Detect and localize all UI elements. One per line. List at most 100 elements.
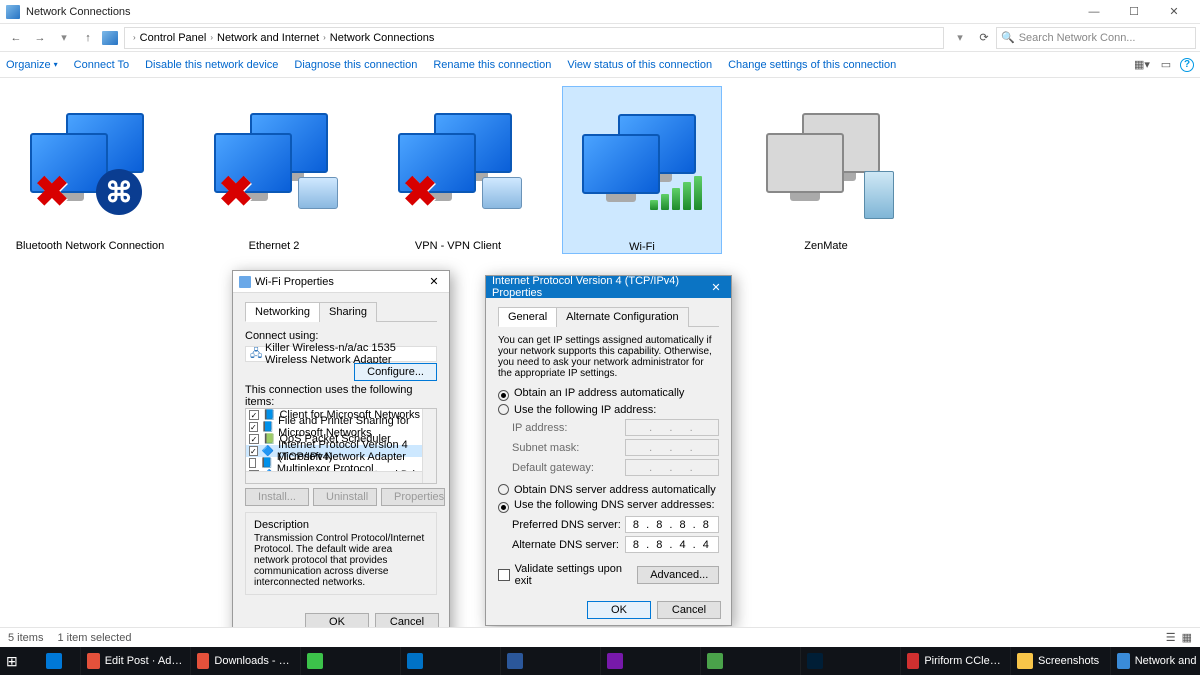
uninstall-button[interactable]: Uninstall bbox=[313, 488, 377, 506]
breadcrumb[interactable]: ›Control Panel ›Network and Internet ›Ne… bbox=[124, 27, 944, 49]
disable-device-button[interactable]: Disable this network device bbox=[145, 59, 278, 71]
recent-dropdown[interactable]: ▾ bbox=[52, 27, 76, 49]
taskbar-edge[interactable] bbox=[40, 647, 80, 675]
connect-to-button[interactable]: Connect To bbox=[74, 59, 129, 71]
taskbar-app[interactable] bbox=[600, 647, 700, 675]
radio-manual-ip[interactable] bbox=[498, 404, 509, 415]
validate-checkbox[interactable] bbox=[498, 569, 510, 581]
dialog-titlebar[interactable]: Wi-Fi Properties ✕ bbox=[233, 271, 449, 293]
tiles-view-icon[interactable]: ▦ bbox=[1182, 631, 1192, 644]
crumb-network-connections[interactable]: Network Connections bbox=[330, 32, 435, 44]
ethernet-cable-icon bbox=[298, 177, 338, 209]
close-icon[interactable]: ✕ bbox=[707, 281, 725, 294]
start-button[interactable]: ⊞ bbox=[0, 647, 40, 675]
organize-menu[interactable]: Organize bbox=[6, 59, 58, 71]
taskbar-app[interactable]: Network and Shari... bbox=[1110, 647, 1200, 675]
ipv4-properties-dialog: Internet Protocol Version 4 (TCP/IPv4) P… bbox=[485, 275, 732, 626]
description-text: Transmission Control Protocol/Internet P… bbox=[254, 533, 428, 588]
diagnose-button[interactable]: Diagnose this connection bbox=[294, 59, 417, 71]
connect-using-label: Connect using: bbox=[245, 330, 437, 342]
adapter-zenmate[interactable]: ZenMate bbox=[746, 86, 906, 252]
dialog-title: Wi-Fi Properties bbox=[255, 276, 425, 288]
up-button[interactable]: ↑ bbox=[76, 27, 100, 49]
app-icon bbox=[6, 5, 20, 19]
dialog-titlebar[interactable]: Internet Protocol Version 4 (TCP/IPv4) P… bbox=[486, 276, 731, 298]
taskbar-app[interactable] bbox=[500, 647, 600, 675]
taskbar-app[interactable] bbox=[400, 647, 500, 675]
adapter-bluetooth[interactable]: ✖ ⌘ Bluetooth Network Connection bbox=[10, 86, 170, 252]
adapter-wifi[interactable]: Wi-Fi bbox=[562, 86, 722, 254]
taskbar-app[interactable] bbox=[700, 647, 800, 675]
ok-button[interactable]: OK bbox=[587, 601, 651, 619]
tab-general[interactable]: General bbox=[498, 307, 557, 327]
taskbar-app[interactable]: Piriform CCleaner -... bbox=[900, 647, 1010, 675]
radio-auto-ip[interactable] bbox=[498, 390, 509, 401]
adapter-label: ZenMate bbox=[746, 240, 906, 252]
adapter-vpn[interactable]: ✖ VPN - VPN Client bbox=[378, 86, 538, 252]
taskbar-app[interactable] bbox=[800, 647, 900, 675]
adapter-label: Wi-Fi bbox=[563, 241, 721, 253]
wifi-icon bbox=[239, 276, 251, 288]
search-icon: 🔍 bbox=[1001, 31, 1015, 44]
adapter-ethernet[interactable]: ✖ Ethernet 2 bbox=[194, 86, 354, 252]
rename-button[interactable]: Rename this connection bbox=[433, 59, 551, 71]
crumb-control-panel[interactable]: Control Panel bbox=[140, 32, 207, 44]
protocol-listbox[interactable]: ✓📘Client for Microsoft Networks ✓📘File a… bbox=[245, 408, 437, 484]
close-button[interactable]: ✕ bbox=[1154, 0, 1194, 24]
window-title: Network Connections bbox=[26, 6, 1074, 18]
command-bar: Organize Connect To Disable this network… bbox=[0, 52, 1200, 78]
search-input[interactable]: 🔍 Search Network Conn... bbox=[996, 27, 1196, 49]
alternate-dns-input[interactable]: 8 . 8 . 4 . 4 bbox=[625, 536, 719, 553]
minimize-button[interactable]: — bbox=[1074, 0, 1114, 24]
tab-alternate[interactable]: Alternate Configuration bbox=[556, 307, 689, 327]
server-icon bbox=[864, 171, 894, 219]
adapter-label: Bluetooth Network Connection bbox=[10, 240, 170, 252]
description-header: Description bbox=[254, 519, 428, 531]
breadcrumb-dropdown[interactable]: ▾ bbox=[948, 27, 972, 49]
refresh-button[interactable]: ⟳ bbox=[972, 31, 996, 44]
install-button[interactable]: Install... bbox=[245, 488, 309, 506]
taskbar-app[interactable]: Screenshots bbox=[1010, 647, 1110, 675]
maximize-button[interactable]: ☐ bbox=[1114, 0, 1154, 24]
dialog-title: Internet Protocol Version 4 (TCP/IPv4) P… bbox=[492, 275, 707, 299]
ip-address-input: . . . bbox=[625, 419, 719, 436]
forward-button[interactable]: → bbox=[28, 27, 52, 49]
wifi-properties-dialog: Wi-Fi Properties ✕ Networking Sharing Co… bbox=[232, 270, 450, 638]
back-button[interactable]: ← bbox=[4, 27, 28, 49]
tab-networking[interactable]: Networking bbox=[245, 302, 320, 322]
tab-sharing[interactable]: Sharing bbox=[319, 302, 377, 322]
crumb-network-internet[interactable]: Network and Internet bbox=[217, 32, 319, 44]
scrollbar-horizontal[interactable] bbox=[246, 471, 422, 483]
preview-pane-icon[interactable]: ▭ bbox=[1156, 56, 1176, 74]
change-settings-button[interactable]: Change settings of this connection bbox=[728, 59, 896, 71]
adapter-label: Ethernet 2 bbox=[194, 240, 354, 252]
status-selection: 1 item selected bbox=[57, 632, 131, 644]
cancel-button[interactable]: Cancel bbox=[657, 601, 721, 619]
taskbar-app[interactable]: Downloads - Googl... bbox=[190, 647, 300, 675]
adapter-name-field: 🖧 Killer Wireless-n/a/ac 1535 Wireless N… bbox=[245, 346, 437, 362]
window-titlebar: Network Connections — ☐ ✕ bbox=[0, 0, 1200, 24]
disabled-x-icon: ✖ bbox=[212, 167, 260, 215]
radio-manual-dns[interactable] bbox=[498, 502, 509, 513]
scrollbar-vertical[interactable] bbox=[422, 409, 436, 483]
view-options-icon[interactable]: ▦▾ bbox=[1132, 56, 1152, 74]
status-item-count: 5 items bbox=[8, 632, 43, 644]
details-view-icon[interactable]: ☰ bbox=[1166, 631, 1176, 644]
location-icon bbox=[102, 31, 118, 45]
help-icon[interactable]: ? bbox=[1180, 58, 1194, 72]
status-bar: 5 items 1 item selected ☰ ▦ bbox=[0, 627, 1200, 647]
intro-text: You can get IP settings assigned automat… bbox=[498, 335, 719, 379]
advanced-button[interactable]: Advanced... bbox=[637, 566, 719, 584]
bluetooth-icon: ⌘ bbox=[96, 169, 142, 215]
properties-button[interactable]: Properties bbox=[381, 488, 445, 506]
preferred-dns-input[interactable]: 8 . 8 . 8 . 8 bbox=[625, 516, 719, 533]
configure-button[interactable]: Configure... bbox=[354, 363, 437, 381]
close-icon[interactable]: ✕ bbox=[425, 275, 443, 288]
address-bar: ← → ▾ ↑ ›Control Panel ›Network and Inte… bbox=[0, 24, 1200, 52]
gateway-input: . . . bbox=[625, 459, 719, 476]
taskbar-app[interactable] bbox=[300, 647, 400, 675]
taskbar-app[interactable]: Edit Post · Addictiv... bbox=[80, 647, 190, 675]
radio-auto-dns[interactable] bbox=[498, 484, 509, 495]
disabled-x-icon: ✖ bbox=[28, 167, 76, 215]
view-status-button[interactable]: View status of this connection bbox=[567, 59, 712, 71]
